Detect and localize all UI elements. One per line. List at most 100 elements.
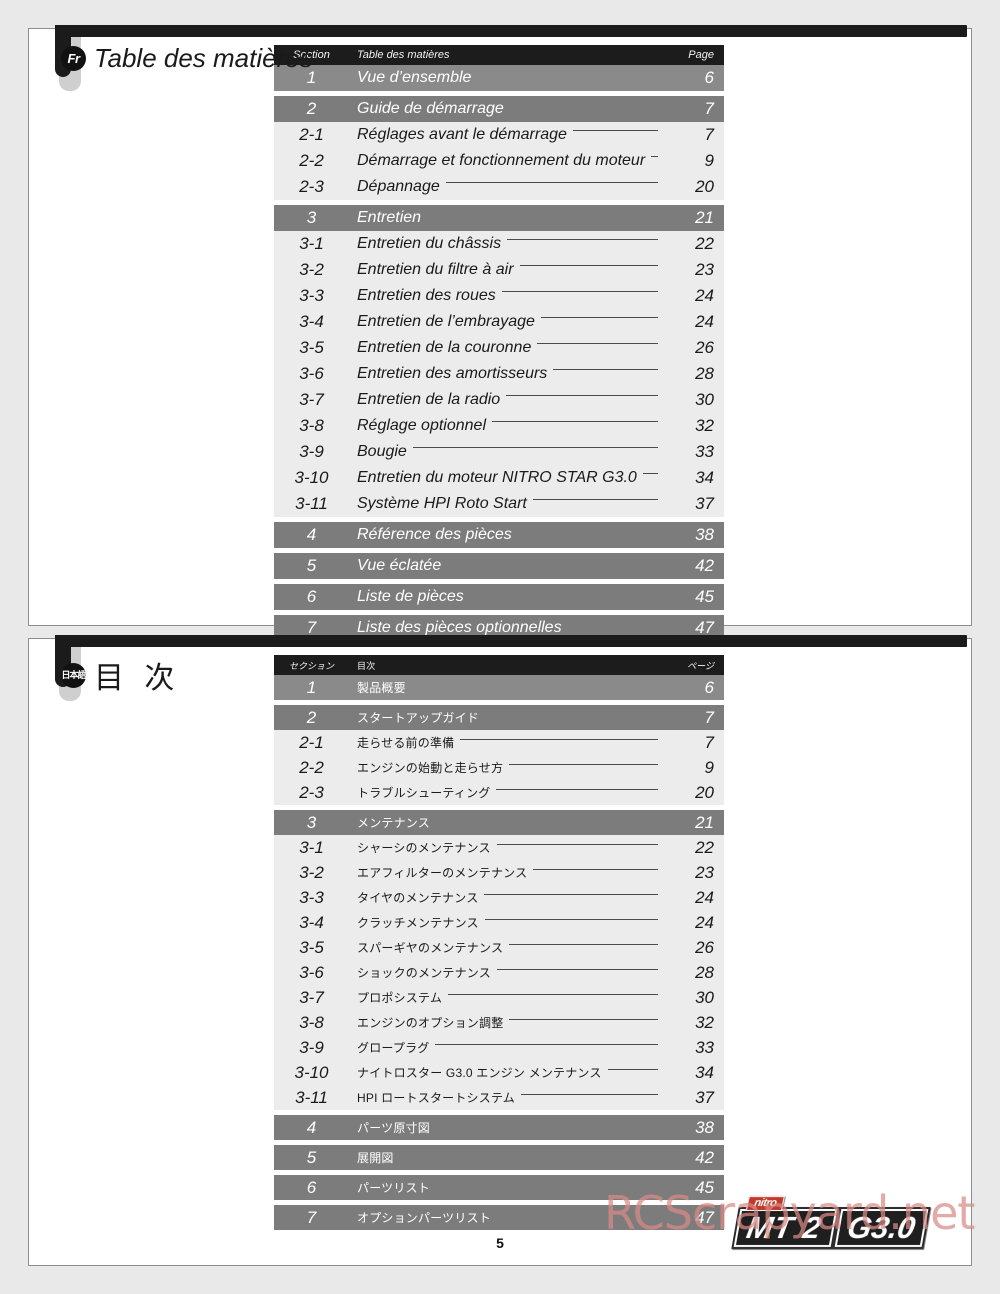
toc-row-title: エンジンの始動と走らせ方 <box>349 759 658 776</box>
toc-row-page: 28 <box>695 962 714 982</box>
toc-sub-row[interactable]: 2-3 Dépannage 20 <box>274 174 724 200</box>
toc-row-title: Entretien de la couronne <box>349 339 658 357</box>
toc-row-section: 5 <box>306 1147 317 1167</box>
toc-row-title: パーツリスト <box>357 1181 430 1195</box>
toc-group-row[interactable]: 4 Référence des pièces 38 <box>274 522 724 548</box>
toc-sub-row[interactable]: 3-4 Entretien de l’embrayage 24 <box>274 309 724 335</box>
toc-sub-row[interactable]: 3-11 HPI ロートスタートシステム 37 <box>274 1085 724 1110</box>
toc-sub-row[interactable]: 3-9 Bougie 33 <box>274 439 724 465</box>
toc-header-page: ページ <box>687 660 714 671</box>
toc-group-row[interactable]: 2 Guide de démarrage 7 <box>274 96 724 122</box>
toc-sub-row[interactable]: 2-1 Réglages avant le démarrage 7 <box>274 122 724 148</box>
toc-row-page: 26 <box>695 937 714 957</box>
toc-row-page: 6 <box>704 68 714 87</box>
toc-row-page: 32 <box>695 1012 714 1032</box>
toc-row-section: 3 <box>306 208 317 227</box>
toc-row-section: 3-1 <box>299 837 324 857</box>
toc-row-page: 30 <box>695 987 714 1007</box>
manual-page-french: Fr Table des matières Section Table des … <box>28 25 972 646</box>
toc-row-page: 47 <box>695 1207 714 1227</box>
toc-sub-row[interactable]: 3-7 Entretien de la radio 30 <box>274 387 724 413</box>
toc-sub-row[interactable]: 3-10 ナイトロスター G3.0 エンジン メンテナンス 34 <box>274 1060 724 1085</box>
toc-row-page: 38 <box>695 525 714 544</box>
toc-group-row[interactable]: 1 製品概要 6 <box>274 675 724 700</box>
toc-row-title: グロープラグ <box>349 1039 658 1056</box>
toc-sub-row[interactable]: 3-10 Entretien du moteur NITRO STAR G3.0 3… <box>274 465 724 491</box>
toc-row-section: 2 <box>306 99 317 118</box>
toc-group-row[interactable]: 5 展開図 42 <box>274 1145 724 1170</box>
toc-group-row[interactable]: 3 Entretien 21 <box>274 205 724 231</box>
toc-row-title: HPI ロートスタートシステム <box>349 1089 658 1106</box>
toc-row-page: 32 <box>695 416 714 435</box>
toc-row-title: パーツ原寸図 <box>357 1121 430 1135</box>
toc-row-section: 5 <box>306 556 317 575</box>
leader-line <box>553 369 658 371</box>
toc-row-title: ショックのメンテナンス <box>349 964 658 981</box>
toc-body: 1 Vue d’ensemble 6 2 Guide de démarrage 7 2-1 R… <box>274 65 724 646</box>
toc-row-title: Entretien des roues <box>349 287 658 305</box>
toc-sub-row[interactable]: 3-8 エンジンのオプション調整 32 <box>274 1010 724 1035</box>
toc-body: 1 製品概要 6 2 スタートアップガイド 7 2-1 走らせる前の準備 7 2-2 エンジンの始動… <box>274 675 724 1235</box>
toc-sub-row[interactable]: 2-1 走らせる前の準備 7 <box>274 730 724 755</box>
toc-row-title: Référence des pièces <box>357 526 512 543</box>
toc-row-section: 3-11 <box>295 1087 328 1107</box>
toc-sub-row[interactable]: 2-3 トラブルシューティング 20 <box>274 780 724 805</box>
toc-group-row[interactable]: 3 メンテナンス 21 <box>274 810 724 835</box>
toc-subsection-block: 3-1 Entretien du châssis 22 3-2 Entretien du… <box>274 231 724 517</box>
toc-row-page: 45 <box>695 587 714 606</box>
toc-row-page: 30 <box>695 390 714 409</box>
toc-sub-row[interactable]: 3-4 クラッチメンテナンス 24 <box>274 910 724 935</box>
toc-sub-row[interactable]: 3-7 プロポシステム 30 <box>274 985 724 1010</box>
toc-sub-row[interactable]: 3-8 Réglage optionnel 32 <box>274 413 724 439</box>
toc-row-section: 3-5 <box>299 338 324 357</box>
toc-row-page: 24 <box>695 312 714 331</box>
toc-row-title: Bougie <box>349 443 658 461</box>
toc-sub-row[interactable]: 3-3 タイヤのメンテナンス 24 <box>274 885 724 910</box>
toc-sub-row[interactable]: 3-5 Entretien de la couronne 26 <box>274 335 724 361</box>
toc-row-title: Entretien du filtre à air <box>349 261 658 279</box>
toc-sub-row[interactable]: 2-2 エンジンの始動と走らせ方 9 <box>274 755 724 780</box>
toc-row-title: Entretien de l’embrayage <box>349 313 658 331</box>
toc-row-section: 3-4 <box>299 312 324 331</box>
toc-sub-row[interactable]: 3-6 ショックのメンテナンス 28 <box>274 960 724 985</box>
leader-line <box>509 944 658 946</box>
leader-line <box>509 764 658 766</box>
toc-group-row[interactable]: 4 パーツ原寸図 38 <box>274 1115 724 1140</box>
toc-row-page: 21 <box>695 812 714 832</box>
toc-row-page: 7 <box>704 732 714 752</box>
toc-row-page: 6 <box>704 677 714 697</box>
logo-engine-text: G3.0 <box>832 1207 931 1249</box>
leader-line <box>445 182 658 184</box>
toc-row-title: Guide de démarrage <box>357 100 504 117</box>
toc-sub-row[interactable]: 3-2 エアフィルターのメンテナンス 23 <box>274 860 724 885</box>
leader-line <box>412 447 658 449</box>
toc-group-row[interactable]: 7 オプションパーツリスト 47 <box>274 1205 724 1230</box>
toc-sub-row[interactable]: 3-11 Système HPI Roto Start 37 <box>274 491 724 517</box>
toc-row-page: 24 <box>695 286 714 305</box>
toc-row-section: 7 <box>306 1207 317 1227</box>
toc-sub-row[interactable]: 3-9 グロープラグ 33 <box>274 1035 724 1060</box>
toc-group-row[interactable]: 2 スタートアップガイド 7 <box>274 705 724 730</box>
toc-row-section: 3-3 <box>299 286 324 305</box>
toc-row-section: 3-11 <box>295 494 328 513</box>
leader-line <box>651 156 658 158</box>
toc-group-row[interactable]: 6 Liste de pièces 45 <box>274 584 724 610</box>
toc-sub-row[interactable]: 3-3 Entretien des roues 24 <box>274 283 724 309</box>
toc-row-title: スパーギヤのメンテナンス <box>349 939 658 956</box>
toc-sub-row[interactable]: 2-2 Démarrage et fonctionnement du moteur… <box>274 148 724 174</box>
leader-line <box>460 739 658 741</box>
toc-row-page: 21 <box>695 208 714 227</box>
toc-row-page: 9 <box>704 757 714 777</box>
toc-sub-row[interactable]: 3-1 Entretien du châssis 22 <box>274 231 724 257</box>
toc-group-row[interactable]: 5 Vue éclatée 42 <box>274 553 724 579</box>
toc-sub-row[interactable]: 3-6 Entretien des amortisseurs 28 <box>274 361 724 387</box>
toc-header-name: Table des matières <box>357 49 450 61</box>
leader-line <box>501 291 658 293</box>
toc-group-row[interactable]: 6 パーツリスト 45 <box>274 1175 724 1200</box>
toc-sub-row[interactable]: 3-1 シャーシのメンテナンス 22 <box>274 835 724 860</box>
toc-group-row[interactable]: 1 Vue d’ensemble 6 <box>274 65 724 91</box>
toc-sub-row[interactable]: 3-5 スパーギヤのメンテナンス 26 <box>274 935 724 960</box>
toc-row-section: 3-9 <box>299 442 324 461</box>
toc-sub-row[interactable]: 3-2 Entretien du filtre à air 23 <box>274 257 724 283</box>
toc-row-page: 33 <box>695 442 714 461</box>
